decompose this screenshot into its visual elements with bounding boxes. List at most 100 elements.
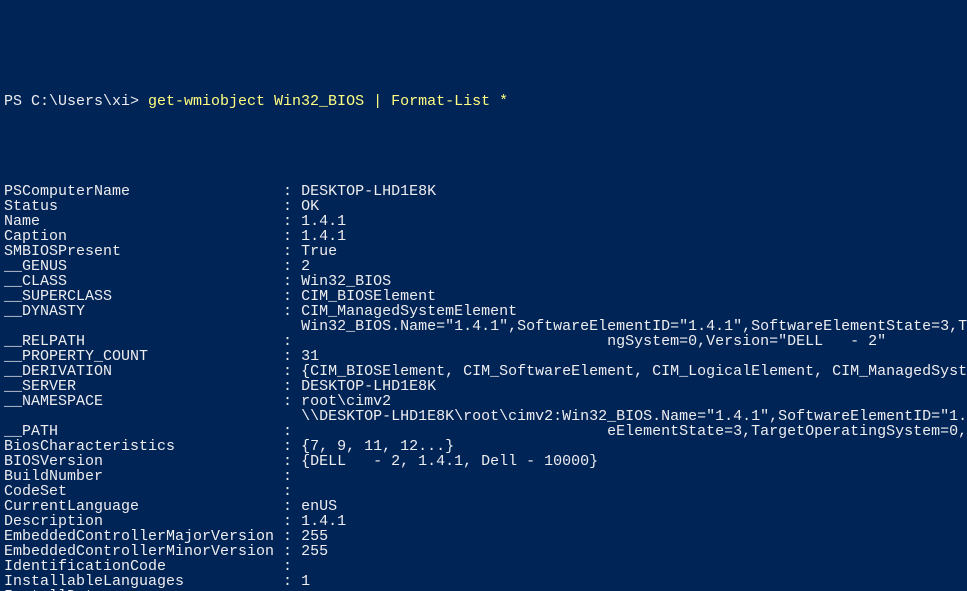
property-key: Caption (4, 229, 283, 244)
colon: : (283, 529, 301, 544)
property-row: __RELPATH : Win32_BIOS.Name="1.4.1",Soft… (4, 319, 963, 349)
property-key: __DERIVATION (4, 364, 283, 379)
property-key: __NAMESPACE (4, 394, 283, 409)
property-value: root\cimv2 (301, 394, 391, 409)
colon: : (283, 454, 301, 469)
property-row: __PATH : \\DESKTOP-LHD1E8K\root\cimv2:Wi… (4, 409, 963, 439)
colon: : (283, 244, 301, 259)
property-value: {CIM_BIOSElement, CIM_SoftwareElement, C… (301, 364, 967, 379)
property-row: BIOSVersion : {DELL - 2, 1.4.1, Dell - 1… (4, 454, 963, 469)
colon: : (283, 349, 301, 364)
property-row: __DERIVATION : {CIM_BIOSElement, CIM_Sof… (4, 364, 963, 379)
colon: : (283, 499, 301, 514)
property-value: 1.4.1 (301, 229, 346, 244)
property-key: SMBIOSPresent (4, 244, 283, 259)
colon: : (283, 364, 301, 379)
property-row: __SUPERCLASS : CIM_BIOSElement (4, 289, 963, 304)
property-row: EmbeddedControllerMinorVersion : 255 (4, 544, 963, 559)
property-row: __SERVER : DESKTOP-LHD1E8K (4, 379, 963, 394)
property-key: __SERVER (4, 379, 283, 394)
property-value: DESKTOP-LHD1E8K (301, 184, 436, 199)
property-key: InstallableLanguages (4, 574, 283, 589)
property-row: EmbeddedControllerMajorVersion : 255 (4, 529, 963, 544)
colon: : (283, 484, 301, 499)
property-list: PSComputerName : DESKTOP-LHD1E8KStatus :… (4, 184, 963, 591)
property-key: BiosCharacteristics (4, 439, 283, 454)
property-row: BuildNumber : (4, 469, 963, 484)
property-row: PSComputerName : DESKTOP-LHD1E8K (4, 184, 963, 199)
property-row: CodeSet : (4, 484, 963, 499)
colon: : (283, 574, 301, 589)
prompt-line: PS C:\Users\xi> get-wmiobject Win32_BIOS… (4, 94, 963, 109)
terminal-output[interactable]: PS C:\Users\xi> get-wmiobject Win32_BIOS… (0, 75, 967, 591)
property-value: {DELL - 2, 1.4.1, Dell - 10000} (301, 454, 598, 469)
property-row: __NAMESPACE : root\cimv2 (4, 394, 963, 409)
property-value: 2 (301, 259, 310, 274)
colon: : (283, 589, 301, 591)
property-key: BIOSVersion (4, 454, 283, 469)
blank-line (4, 154, 963, 169)
colon: : (283, 259, 301, 274)
property-key: __SUPERCLASS (4, 289, 283, 304)
colon: : (283, 469, 301, 484)
property-value: 255 (301, 529, 328, 544)
property-key: InstallDate (4, 589, 283, 591)
colon: : (283, 274, 301, 289)
colon: : (283, 544, 301, 559)
colon: : (283, 439, 301, 454)
colon: : (283, 214, 301, 229)
colon: : (283, 379, 301, 394)
blank-line (4, 124, 963, 139)
property-key: __RELPATH (4, 334, 283, 349)
property-value: 1 (301, 574, 310, 589)
property-value: enUS (301, 499, 337, 514)
property-value: 31 (301, 349, 319, 364)
property-value: DESKTOP-LHD1E8K (301, 379, 436, 394)
property-key: Description (4, 514, 283, 529)
property-key: CurrentLanguage (4, 499, 283, 514)
prompt: PS C:\Users\xi> (4, 93, 148, 110)
colon: : (283, 559, 301, 574)
property-value: CIM_ManagedSystemElement (301, 304, 517, 319)
property-key: Status (4, 199, 283, 214)
property-row: Status : OK (4, 199, 963, 214)
property-key: __CLASS (4, 274, 283, 289)
colon: : (283, 184, 301, 199)
property-key: EmbeddedControllerMajorVersion (4, 529, 283, 544)
property-row: __GENUS : 2 (4, 259, 963, 274)
property-key: __DYNASTY (4, 304, 283, 319)
property-row: BiosCharacteristics : {7, 9, 11, 12...} (4, 439, 963, 454)
property-value: {7, 9, 11, 12...} (301, 439, 454, 454)
property-value: OK (301, 199, 319, 214)
property-key: __GENUS (4, 259, 283, 274)
property-value: Win32_BIOS (301, 274, 391, 289)
colon: : (283, 229, 301, 244)
colon: : (283, 334, 301, 349)
property-key: __PROPERTY_COUNT (4, 349, 283, 364)
property-row: InstallableLanguages : 1 (4, 574, 963, 589)
property-key: __PATH (4, 424, 283, 439)
colon: : (283, 514, 301, 529)
property-key: EmbeddedControllerMinorVersion (4, 544, 283, 559)
property-key: Name (4, 214, 283, 229)
colon: : (283, 199, 301, 214)
property-value: \\DESKTOP-LHD1E8K\root\cimv2:Win32_BIOS.… (301, 409, 967, 439)
property-row: Name : 1.4.1 (4, 214, 963, 229)
colon: : (283, 394, 301, 409)
property-row: __DYNASTY : CIM_ManagedSystemElement (4, 304, 963, 319)
property-key: CodeSet (4, 484, 283, 499)
property-key: IdentificationCode (4, 559, 283, 574)
property-value: CIM_BIOSElement (301, 289, 436, 304)
property-row: SMBIOSPresent : True (4, 244, 963, 259)
property-key: PSComputerName (4, 184, 283, 199)
property-row: __PROPERTY_COUNT : 31 (4, 349, 963, 364)
property-row: IdentificationCode : (4, 559, 963, 574)
property-row: __CLASS : Win32_BIOS (4, 274, 963, 289)
command: get-wmiobject Win32_BIOS | Format-List * (148, 93, 508, 110)
colon: : (283, 424, 301, 439)
property-row: Caption : 1.4.1 (4, 229, 963, 244)
property-key: BuildNumber (4, 469, 283, 484)
property-row: InstallDate : (4, 589, 963, 591)
property-row: Description : 1.4.1 (4, 514, 963, 529)
colon: : (283, 289, 301, 304)
